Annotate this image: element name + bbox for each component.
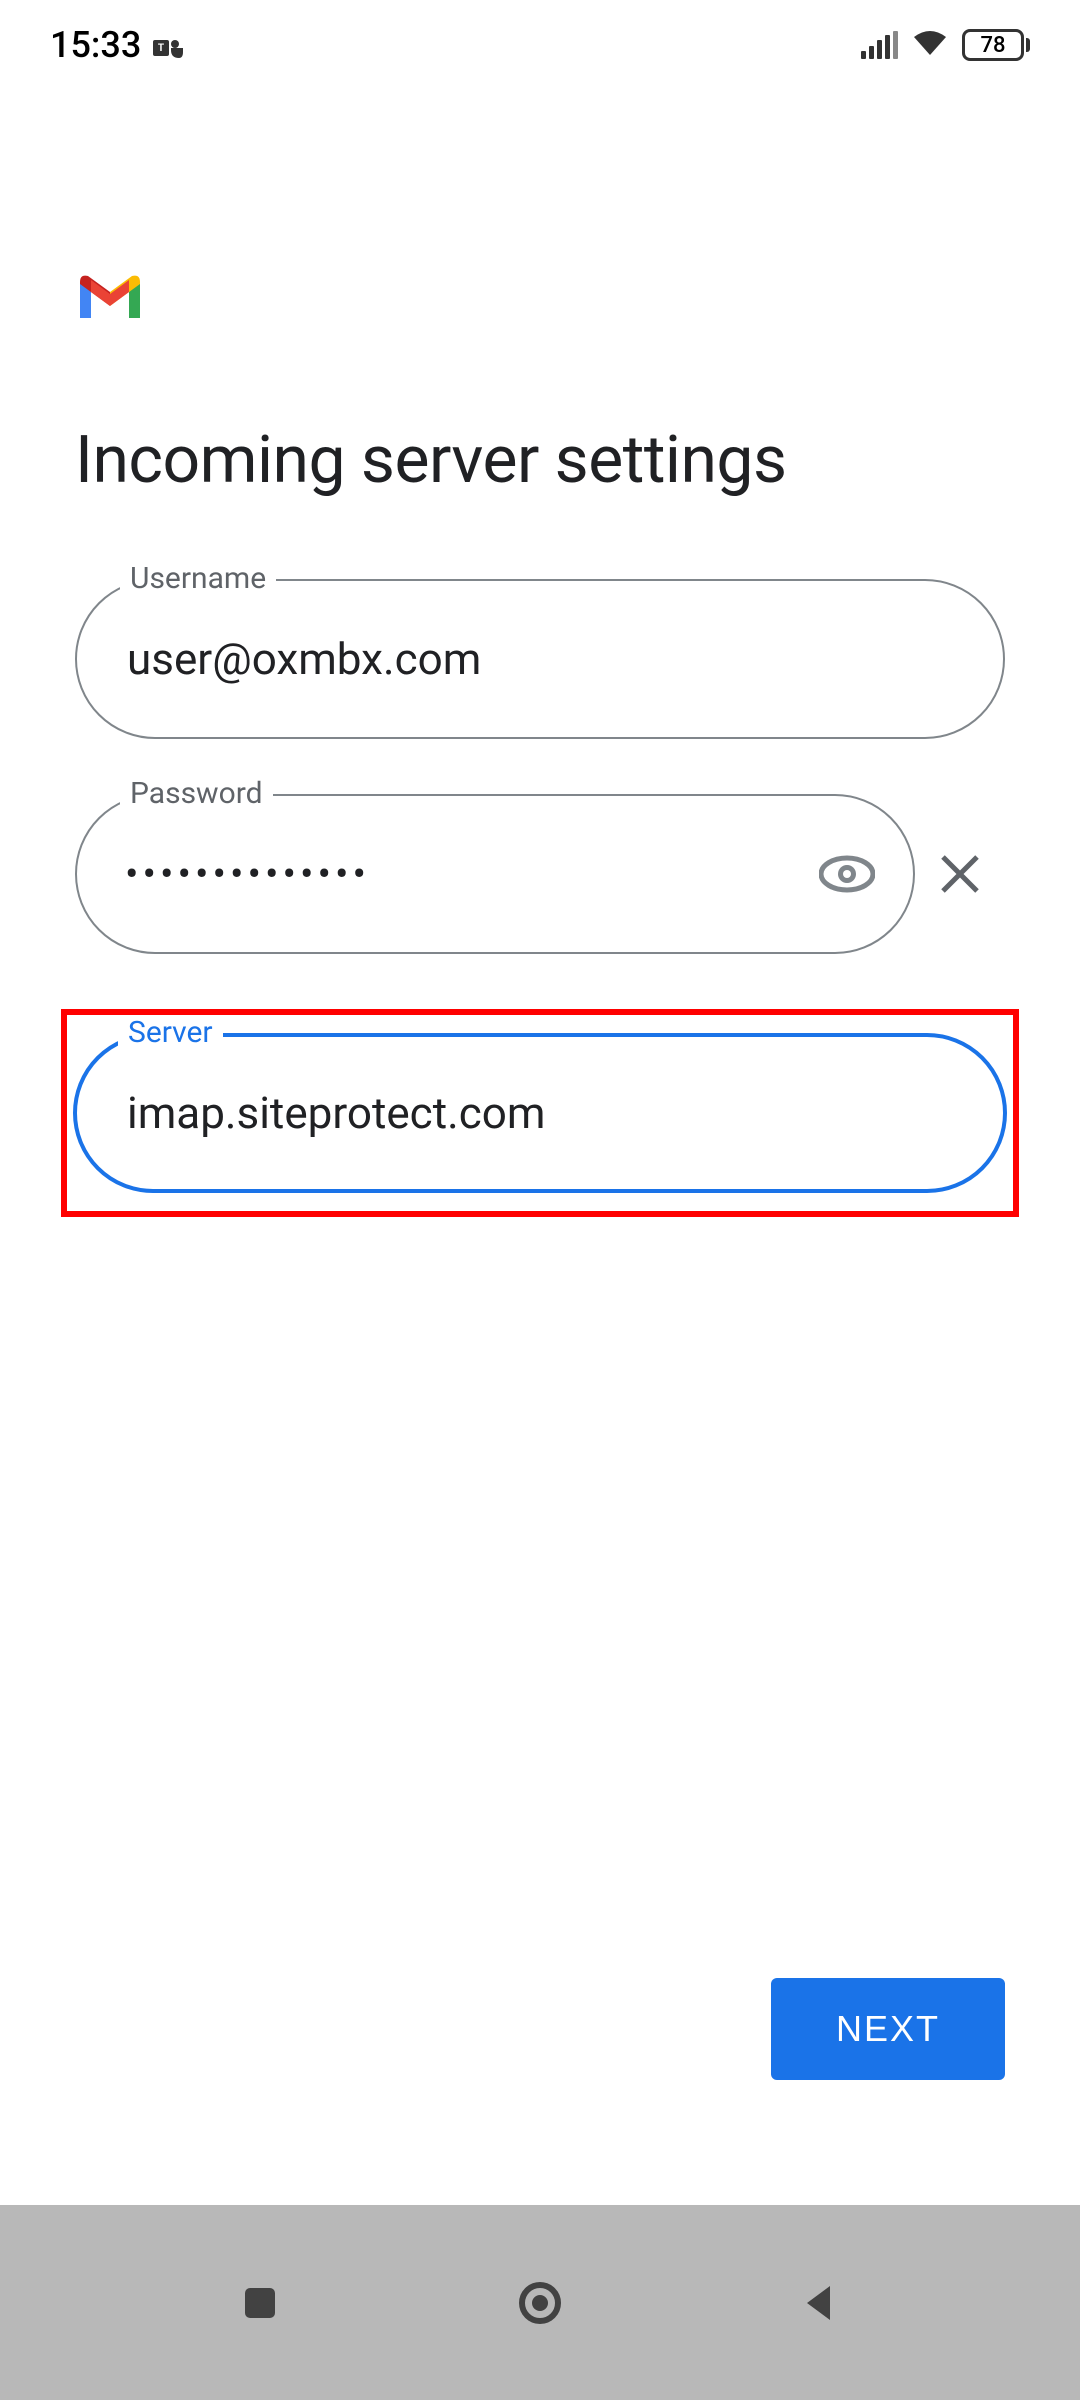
username-field-container: Username xyxy=(75,579,1005,739)
teams-icon: T xyxy=(153,31,185,59)
show-password-icon[interactable] xyxy=(819,855,875,893)
battery-percent: 78 xyxy=(980,33,1005,58)
navigation-bar xyxy=(0,2205,1080,2400)
gmail-logo-icon xyxy=(75,270,145,322)
wifi-icon xyxy=(912,24,948,66)
server-field-highlight: Server xyxy=(61,1009,1019,1217)
server-label: Server xyxy=(118,1015,223,1050)
username-label: Username xyxy=(120,561,276,596)
password-field-container: Password •••••••••••••• xyxy=(75,794,915,954)
page-title: Incoming server settings xyxy=(75,422,1005,499)
recent-apps-icon[interactable] xyxy=(235,2278,285,2328)
svg-text:T: T xyxy=(158,43,164,54)
status-time: 15:33 xyxy=(50,24,141,66)
back-icon[interactable] xyxy=(795,2278,845,2328)
clear-password-icon[interactable] xyxy=(935,849,985,899)
battery-icon: 78 xyxy=(962,29,1030,61)
home-icon[interactable] xyxy=(515,2278,565,2328)
cellular-signal-icon xyxy=(861,31,898,59)
server-field-container: Server xyxy=(73,1033,1007,1193)
status-bar: 15:33 T 78 xyxy=(0,0,1080,90)
username-input[interactable] xyxy=(75,579,1005,739)
server-input[interactable] xyxy=(73,1033,1007,1193)
next-button[interactable]: NEXT xyxy=(771,1978,1005,2080)
password-input[interactable] xyxy=(75,794,915,954)
password-label: Password xyxy=(120,776,273,811)
